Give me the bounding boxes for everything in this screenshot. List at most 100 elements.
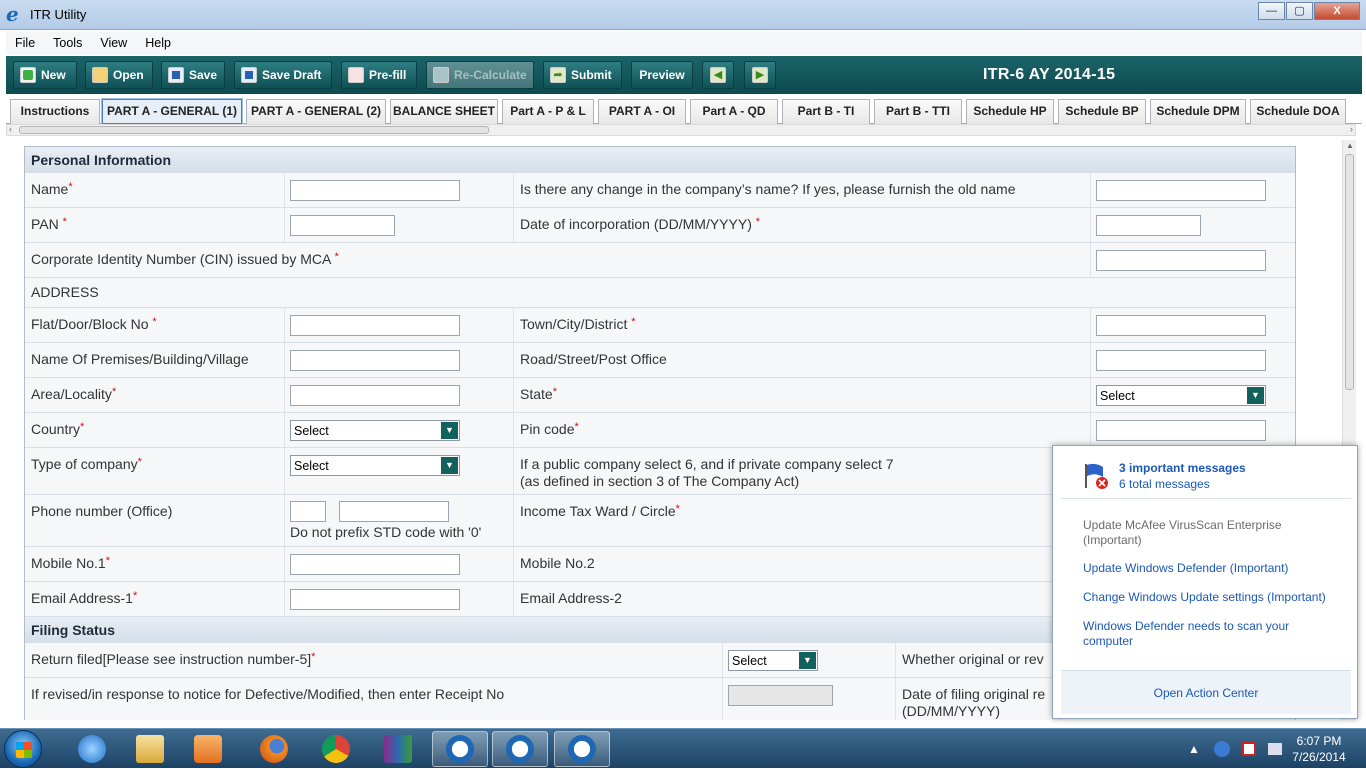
std-code-input[interactable] bbox=[290, 501, 326, 522]
email1-input[interactable] bbox=[290, 589, 460, 610]
total-messages-link[interactable]: 6 total messages bbox=[1119, 477, 1210, 491]
area-label: Area/Locality* bbox=[25, 378, 285, 412]
email1-label: Email Address-1* bbox=[25, 582, 285, 616]
flat-input[interactable] bbox=[290, 315, 460, 336]
menu-tools[interactable]: Tools bbox=[44, 36, 91, 50]
windows-update-settings-link[interactable]: Change Windows Update settings (Importan… bbox=[1083, 590, 1343, 605]
revised-label: If revised/in response to notice for Def… bbox=[25, 678, 723, 720]
chevron-down-icon: ▼ bbox=[441, 457, 458, 474]
calculator-icon bbox=[433, 67, 449, 83]
open-action-center-link[interactable]: Open Action Center bbox=[1061, 670, 1351, 714]
close-button[interactable]: X bbox=[1314, 2, 1360, 20]
itr-utility-icon bbox=[568, 735, 596, 763]
next-page-button[interactable]: ▶ bbox=[744, 61, 776, 89]
mcafee-update-message[interactable]: Update McAfee VirusScan Enterprise (Impo… bbox=[1083, 518, 1343, 548]
town-input[interactable] bbox=[1096, 315, 1266, 336]
taskbar-winrar[interactable] bbox=[370, 731, 426, 767]
tab-part-a-qd[interactable]: Part A - QD bbox=[690, 99, 778, 124]
pan-input[interactable] bbox=[290, 215, 395, 236]
new-button[interactable]: New bbox=[13, 61, 77, 89]
save-button[interactable]: Save bbox=[161, 61, 225, 89]
previous-page-button[interactable]: ◀ bbox=[702, 61, 734, 89]
taskbar-itr-utility-3[interactable] bbox=[554, 731, 610, 767]
folder-icon bbox=[92, 67, 108, 83]
submit-button[interactable]: ➦ Submit bbox=[543, 61, 622, 89]
preview-button[interactable]: Preview bbox=[631, 61, 693, 89]
mobile1-input[interactable] bbox=[290, 554, 460, 575]
scroll-up-icon[interactable]: ▲ bbox=[1346, 141, 1354, 150]
old-name-input[interactable] bbox=[1096, 180, 1266, 201]
tab-schedule-hp[interactable]: Schedule HP bbox=[966, 99, 1054, 124]
menu-view[interactable]: View bbox=[91, 36, 136, 50]
save-draft-button[interactable]: Save Draft bbox=[234, 61, 332, 89]
arrow-left-icon: ◀ bbox=[710, 67, 726, 83]
taskbar-file-explorer[interactable] bbox=[122, 731, 178, 767]
tab-part-a-pl[interactable]: Part A - P & L bbox=[502, 99, 594, 124]
network-globe-icon[interactable] bbox=[1213, 741, 1230, 757]
tab-part-a-general-2[interactable]: PART A - GENERAL (2) bbox=[246, 99, 386, 124]
clock-date: 7/26/2014 bbox=[1292, 750, 1346, 764]
minimize-button[interactable]: — bbox=[1258, 2, 1285, 20]
tab-balance-sheet[interactable]: BALANCE SHEET bbox=[390, 99, 498, 124]
road-input[interactable] bbox=[1096, 350, 1266, 371]
row-area: Area/Locality* State* Select ▼ bbox=[25, 378, 1295, 413]
state-select[interactable]: Select ▼ bbox=[1096, 385, 1266, 406]
tab-part-b-ti[interactable]: Part B - TI bbox=[782, 99, 870, 124]
taskbar-itr-utility-2[interactable] bbox=[492, 731, 548, 767]
taskbar-firefox[interactable] bbox=[246, 731, 302, 767]
country-select[interactable]: Select ▼ bbox=[290, 420, 460, 441]
state-label: State* bbox=[514, 378, 1091, 412]
scroll-thumb[interactable] bbox=[19, 126, 489, 134]
itr-utility-icon bbox=[506, 735, 534, 763]
clock-time: 6:07 PM bbox=[1296, 734, 1342, 748]
chevron-down-icon: ▼ bbox=[799, 652, 816, 669]
menu-file[interactable]: File bbox=[6, 36, 44, 50]
name-input[interactable] bbox=[290, 180, 460, 201]
menu-help[interactable]: Help bbox=[136, 36, 180, 50]
important-messages-link[interactable]: 3 important messages bbox=[1119, 461, 1246, 475]
tab-part-b-tti[interactable]: Part B - TTI bbox=[874, 99, 962, 124]
tab-part-a-oi[interactable]: PART A - OI bbox=[598, 99, 686, 124]
network-status-icon[interactable] bbox=[1267, 743, 1282, 755]
tab-schedule-doa[interactable]: Schedule DOA bbox=[1250, 99, 1346, 124]
cin-input[interactable] bbox=[1096, 250, 1266, 271]
taskbar-media-player[interactable] bbox=[180, 731, 236, 767]
prefill-button[interactable]: Pre-fill bbox=[341, 61, 417, 89]
tab-schedule-bp[interactable]: Schedule BP bbox=[1058, 99, 1146, 124]
cin-label: Corporate Identity Number (CIN) issued b… bbox=[25, 243, 1091, 277]
winrar-icon bbox=[384, 735, 412, 763]
maximize-button[interactable]: ▢ bbox=[1286, 2, 1313, 20]
taskbar-chrome[interactable] bbox=[308, 731, 364, 767]
scroll-left-icon[interactable]: ‹ bbox=[9, 124, 12, 134]
doi-input[interactable] bbox=[1096, 215, 1201, 236]
floppy-icon bbox=[168, 67, 184, 83]
recalculate-button[interactable]: Re-Calculate bbox=[426, 61, 534, 89]
start-button[interactable] bbox=[4, 730, 42, 768]
receipt-no-input[interactable] bbox=[728, 685, 833, 706]
pin-input[interactable] bbox=[1096, 420, 1266, 441]
clock[interactable]: 6:07 PM 7/26/2014 bbox=[1285, 733, 1353, 765]
tab-horizontal-scrollbar[interactable]: ‹ › bbox=[6, 124, 1356, 136]
premises-input[interactable] bbox=[290, 350, 460, 371]
phone-number-input[interactable] bbox=[339, 501, 449, 522]
address-heading: ADDRESS bbox=[31, 284, 99, 300]
show-hidden-icons-icon[interactable]: ▲ bbox=[1188, 742, 1200, 756]
tab-instructions[interactable]: Instructions bbox=[10, 99, 100, 124]
scroll-right-icon[interactable]: › bbox=[1350, 124, 1353, 134]
area-input[interactable] bbox=[290, 385, 460, 406]
windows-defender-update-link[interactable]: Update Windows Defender (Important) bbox=[1083, 561, 1343, 576]
tab-part-a-general-1[interactable]: PART A - GENERAL (1) bbox=[101, 98, 243, 125]
toolbar: New Open Save Save Draft Pre-fill Re-Cal… bbox=[6, 56, 1362, 94]
flat-label: Flat/Door/Block No * bbox=[25, 308, 285, 342]
defender-scan-link[interactable]: Windows Defender needs to scan your comp… bbox=[1083, 619, 1303, 649]
action-center-flag-tray-icon[interactable] bbox=[1241, 742, 1256, 756]
taskbar-internet-explorer[interactable] bbox=[64, 731, 120, 767]
internet-explorer-icon bbox=[78, 735, 106, 763]
open-button[interactable]: Open bbox=[85, 61, 153, 89]
taskbar-itr-utility-1[interactable] bbox=[432, 731, 488, 767]
tab-schedule-dpm[interactable]: Schedule DPM bbox=[1150, 99, 1246, 124]
company-type-select[interactable]: Select ▼ bbox=[290, 455, 460, 476]
return-filed-select[interactable]: Select ▼ bbox=[728, 650, 818, 671]
vertical-scroll-thumb[interactable] bbox=[1345, 154, 1354, 390]
town-label: Town/City/District * bbox=[514, 308, 1091, 342]
